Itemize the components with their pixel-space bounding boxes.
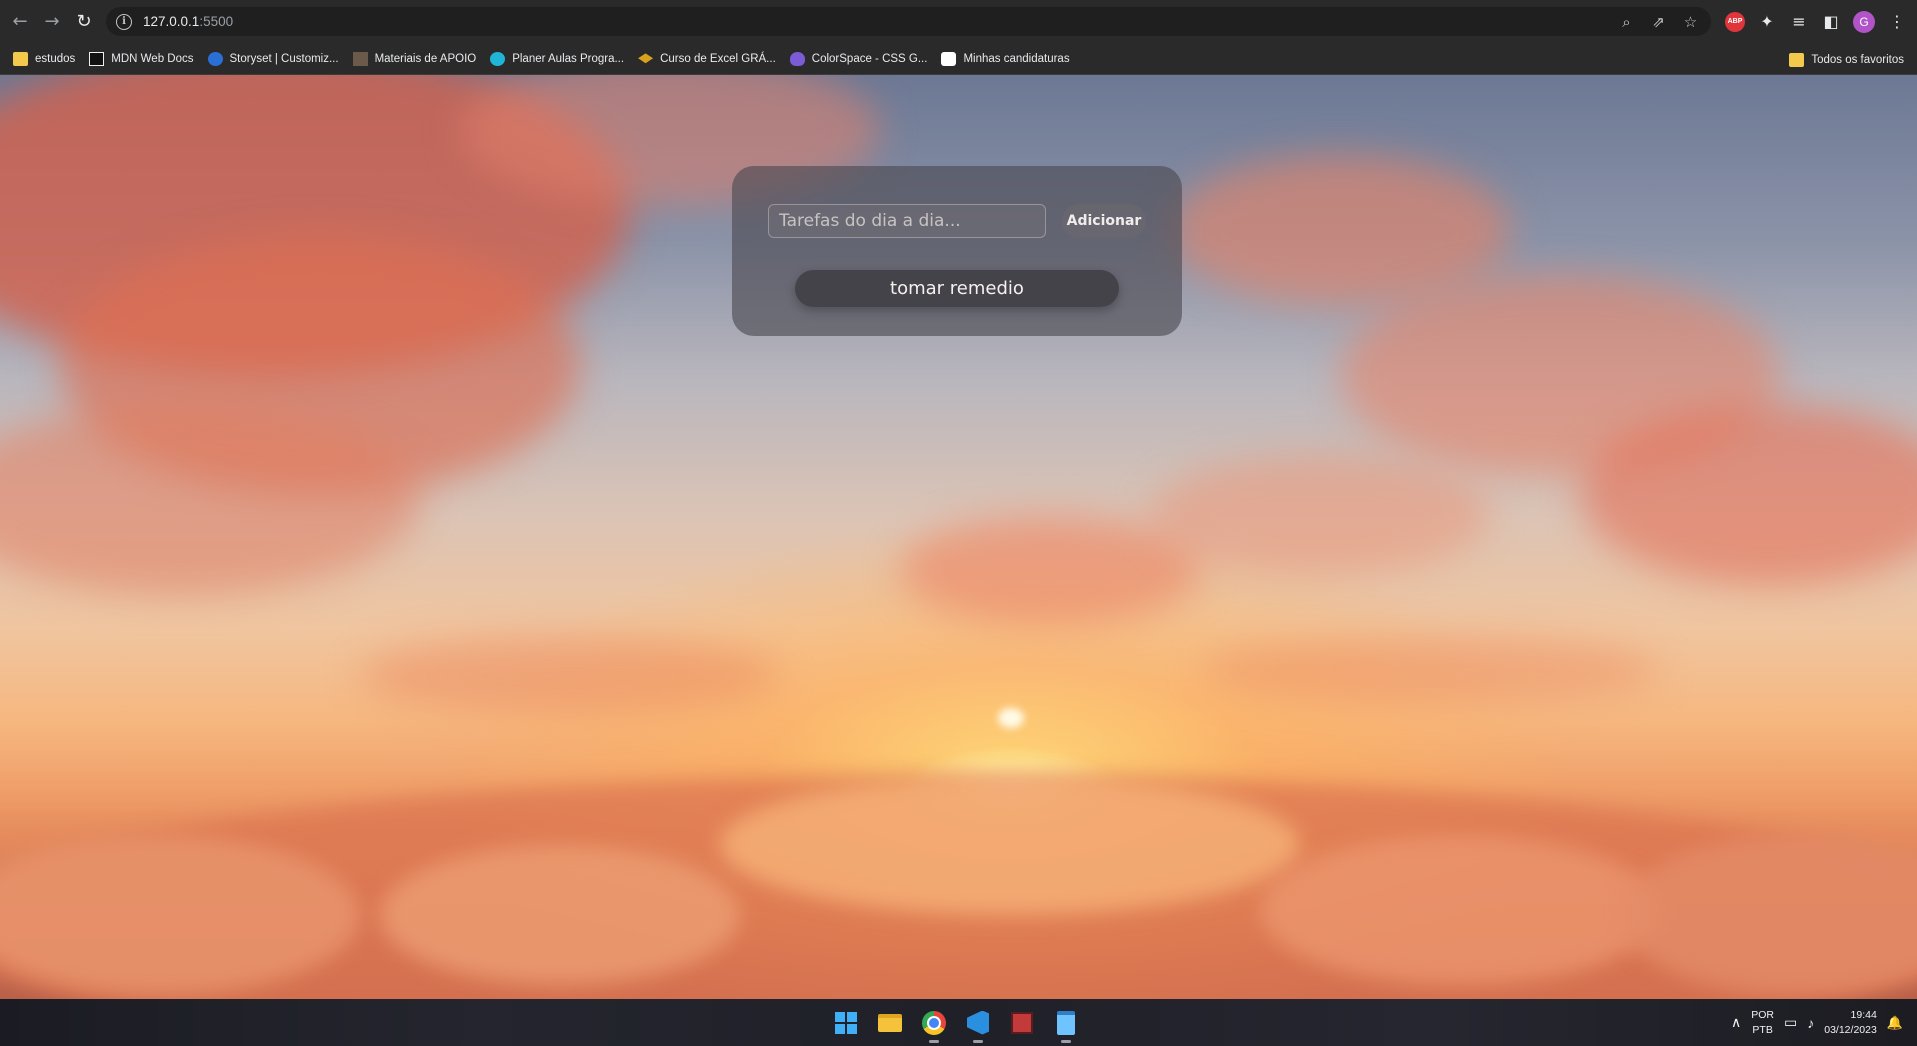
bookmark-estudos[interactable]: estudos	[6, 47, 82, 71]
bookmark-label: estudos	[35, 53, 76, 65]
mdn-icon	[89, 52, 105, 66]
url-port: :5500	[199, 14, 234, 29]
star-icon[interactable]: ☆	[1682, 13, 1699, 31]
system-tray: ∧ POR PTB ▭ ♪ 19:44 03/12/2023 🔔	[1731, 999, 1917, 1046]
vscode-icon[interactable]	[962, 1007, 994, 1043]
profile-avatar[interactable]: G	[1853, 10, 1875, 33]
colorspace-icon	[789, 52, 805, 66]
bookmark-minhas-candidaturas[interactable]: Minhas candidaturas	[934, 47, 1076, 71]
bookmark-curso-excel[interactable]: Curso de Excel GRÁ...	[631, 47, 783, 71]
bookmark-colorspace[interactable]: ColorSpace - CSS G...	[783, 47, 935, 71]
clock[interactable]: 19:44 03/12/2023	[1824, 1008, 1877, 1038]
bookmarks-bar: estudos MDN Web Docs Storyset | Customiz…	[0, 43, 1917, 75]
side-panel-icon[interactable]: ◧	[1821, 12, 1841, 31]
clock-time: 19:44	[1850, 1008, 1877, 1021]
reading-list-icon[interactable]: ≡	[1789, 12, 1809, 31]
linkedin-icon	[941, 52, 957, 66]
bookmark-label: Minhas candidaturas	[963, 53, 1070, 65]
folder-icon	[1789, 53, 1805, 67]
bookmark-materiais-apoio[interactable]: Materiais de APOIO	[346, 47, 484, 71]
file-explorer-icon[interactable]	[874, 1007, 906, 1039]
bookmark-label: Todos os favoritos	[1811, 54, 1904, 66]
back-button[interactable]: ←	[4, 6, 36, 38]
bookmark-planer-aulas[interactable]: Planer Aulas Progra...	[483, 47, 631, 71]
bookmark-label: MDN Web Docs	[111, 53, 194, 65]
clock-date: 03/12/2023	[1824, 1023, 1877, 1036]
show-hidden-icons-chevron-icon[interactable]: ∧	[1731, 1014, 1741, 1031]
apoio-icon	[352, 52, 368, 66]
address-toolbar: ← → ↻ i 127.0.0.1:5500 ⌕ ⇗ ☆ ABP ✦ ≡ ◧ G…	[0, 0, 1917, 43]
windows-taskbar: ∧ POR PTB ▭ ♪ 19:44 03/12/2023 🔔	[0, 999, 1917, 1046]
bookmark-mdn[interactable]: MDN Web Docs	[82, 47, 200, 71]
volume-icon[interactable]: ♪	[1807, 1015, 1814, 1031]
bookmark-label: Planer Aulas Progra...	[512, 53, 625, 65]
bookmark-todos-favoritos[interactable]: Todos os favoritos	[1782, 48, 1911, 72]
zoom-icon[interactable]: ⌕	[1618, 13, 1635, 31]
notepad-icon[interactable]	[1050, 1007, 1082, 1043]
task-item[interactable]: tomar remedio	[795, 270, 1119, 307]
taskbar-apps	[830, 999, 1082, 1046]
site-info-icon[interactable]: i	[116, 13, 132, 30]
notification-bell-icon[interactable]: 🔔	[1887, 1015, 1903, 1031]
page-viewport: Adicionar tomar remedio	[0, 75, 1917, 999]
address-bar[interactable]: i 127.0.0.1:5500 ⌕ ⇗ ☆	[106, 7, 1711, 36]
add-task-button[interactable]: Adicionar	[1062, 204, 1146, 238]
adblock-plus-icon[interactable]: ABP	[1725, 11, 1745, 32]
sun	[998, 708, 1024, 728]
share-icon[interactable]: ⇗	[1650, 13, 1667, 31]
url-host: 127.0.0.1	[143, 14, 200, 29]
network-icon[interactable]: ▭	[1784, 1014, 1797, 1031]
todo-card: Adicionar tomar remedio	[732, 166, 1182, 336]
keyboard-layout: PTB	[1752, 1023, 1773, 1036]
folder-icon	[13, 52, 28, 66]
bookmark-label: Storyset | Customiz...	[229, 53, 339, 65]
extensions-puzzle-icon[interactable]: ✦	[1757, 12, 1777, 31]
menu-kebab-icon[interactable]: ⋮	[1887, 12, 1907, 31]
windows-start-icon[interactable]	[830, 1007, 862, 1039]
omnibox-actions: ⌕ ⇗ ☆	[1618, 7, 1699, 36]
course-icon	[638, 53, 654, 64]
bookmark-label: Curso de Excel GRÁ...	[660, 53, 776, 65]
language-code: POR	[1751, 1008, 1775, 1021]
chrome-icon[interactable]	[918, 1007, 950, 1043]
forward-button[interactable]: →	[36, 6, 68, 38]
bookmark-label: ColorSpace - CSS G...	[811, 53, 928, 65]
url-text[interactable]: 127.0.0.1:5500	[143, 14, 233, 29]
app-icon[interactable]	[1006, 1007, 1038, 1039]
browser-chrome: ← → ↻ i 127.0.0.1:5500 ⌕ ⇗ ☆ ABP ✦ ≡ ◧ G…	[0, 0, 1917, 75]
storyset-icon	[207, 52, 223, 66]
bookmark-label: Materiais de APOIO	[374, 53, 477, 65]
bookmark-storyset[interactable]: Storyset | Customiz...	[201, 47, 346, 71]
task-input[interactable]	[768, 204, 1046, 238]
extensions-toolbar: ABP ✦ ≡ ◧ G ⋮	[1725, 0, 1917, 43]
canva-icon	[490, 52, 506, 66]
language-indicator[interactable]: POR PTB	[1751, 1008, 1774, 1038]
reload-button[interactable]: ↻	[68, 6, 100, 38]
